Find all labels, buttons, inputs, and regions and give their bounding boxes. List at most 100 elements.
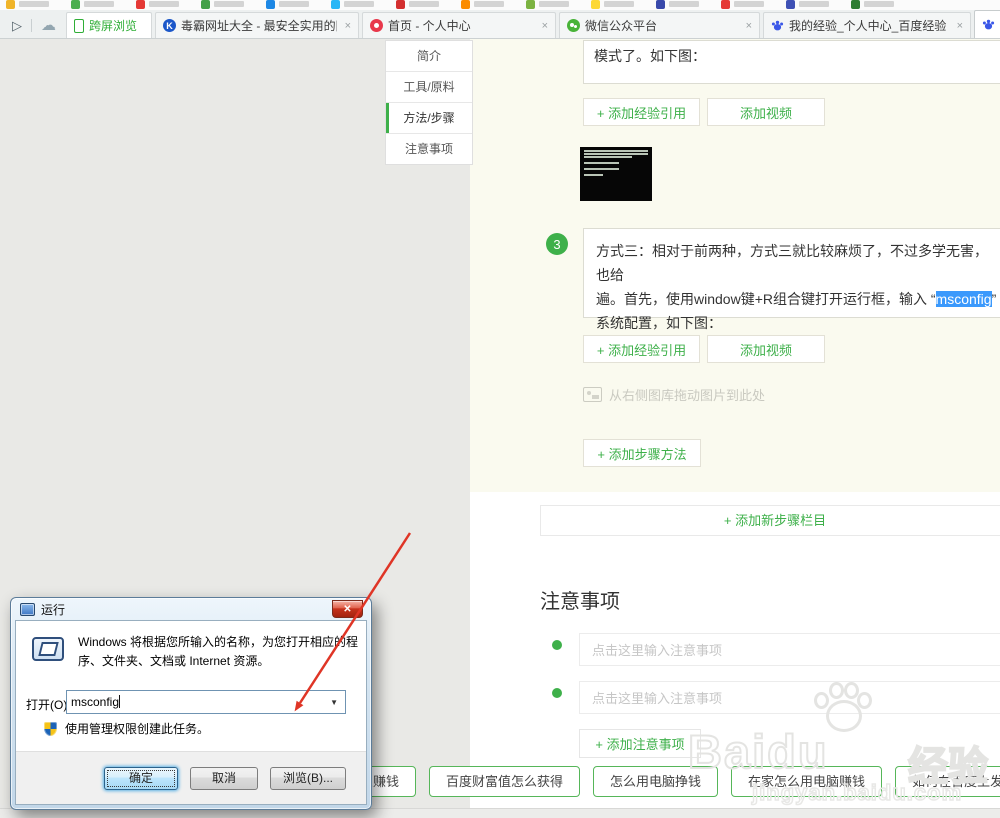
- highlighted-text: msconfig: [936, 291, 992, 307]
- nav-item-notes[interactable]: 注意事项: [386, 134, 472, 164]
- step3-line2: 遍。首先，使用window键+R组合键打开运行框，输入 “msconfig”: [596, 287, 1000, 311]
- bookmark-label: [19, 1, 49, 7]
- bookmark-favicon: [331, 0, 340, 9]
- tab-advanced-editor[interactable]: 高级编辑器_百: [974, 10, 1000, 38]
- bookmark-item[interactable]: [6, 0, 49, 9]
- divider: [31, 19, 32, 32]
- related-link[interactable]: 如何在百度上发布信息: [895, 766, 1000, 797]
- add-section-button[interactable]: + 添加新步骤栏目: [540, 505, 1000, 536]
- image-icon: [583, 387, 602, 402]
- baidu-paw-icon: [771, 19, 784, 32]
- tab-close-icon[interactable]: ×: [542, 20, 548, 32]
- add-video-button[interactable]: 添加视频: [707, 98, 825, 126]
- image-drop-hint: 从右侧图库拖动图片到此处: [583, 385, 765, 404]
- close-button[interactable]: ✕: [332, 600, 363, 618]
- bookmark-label: [409, 1, 439, 7]
- related-link[interactable]: 怎么用电脑挣钱: [593, 766, 718, 797]
- add-step-button[interactable]: + 添加步骤方法: [583, 439, 701, 467]
- bookmark-favicon: [526, 0, 535, 9]
- tab-cross-screen[interactable]: 跨屏浏览: [66, 12, 152, 38]
- bookmark-label: [799, 1, 829, 7]
- bookmark-item[interactable]: [786, 0, 829, 9]
- bookmark-favicon: [201, 0, 210, 9]
- open-field-label: 打开(O):: [26, 696, 71, 713]
- cloud-sync-icon[interactable]: ☁: [41, 18, 56, 33]
- ok-button[interactable]: 确定: [104, 767, 178, 790]
- uac-shield-icon: [44, 722, 57, 736]
- add-reference-button[interactable]: + 添加经验引用: [583, 98, 700, 126]
- run-dialog-body: Windows 将根据您所输入的名称，为您打开相应的程序、文件夹、文档或 Int…: [15, 620, 367, 805]
- editor-section-nav: 简介 工具/原料 方法/步骤 注意事项: [385, 40, 473, 165]
- browse-button[interactable]: 浏览(B)...: [270, 767, 346, 790]
- bookmark-item[interactable]: [201, 0, 244, 9]
- step-image-thumbnail[interactable]: [580, 147, 652, 201]
- bookmark-favicon: [721, 0, 730, 9]
- bookmark-favicon: [71, 0, 80, 9]
- bookmark-label: [734, 1, 764, 7]
- note-bullet: [552, 640, 562, 650]
- bookmark-item[interactable]: [266, 0, 309, 9]
- tab-bar-controls: ▷ ☁: [0, 18, 66, 38]
- bookmark-item[interactable]: [71, 0, 114, 9]
- window-icon: [20, 603, 35, 616]
- notes-heading: 注意事项: [540, 585, 620, 614]
- note-input[interactable]: 点击这里输入注意事项: [579, 633, 1000, 666]
- bookmark-label: [279, 1, 309, 7]
- related-links-row: 怎么赚钱 百度财富值怎么获得 怎么用电脑挣钱 在家怎么用电脑赚钱 如何在百度上发…: [330, 766, 1000, 797]
- dialog-title: 运行: [41, 601, 65, 618]
- bookmark-label: [84, 1, 114, 7]
- duba-icon: K: [163, 19, 176, 32]
- nav-item-intro[interactable]: 简介: [386, 41, 472, 72]
- bookmark-item[interactable]: [396, 0, 439, 9]
- bookmark-item[interactable]: [526, 0, 569, 9]
- bookmark-label: [474, 1, 504, 7]
- bookmark-label: [344, 1, 374, 7]
- bookmark-favicon: [461, 0, 470, 9]
- bookmark-label: [864, 1, 894, 7]
- add-video-button[interactable]: 添加视频: [707, 335, 825, 363]
- bookmark-item[interactable]: [656, 0, 699, 9]
- tab-duba[interactable]: K 毒霸网址大全 - 最安全实用的网 ×: [155, 12, 359, 38]
- bookmark-item[interactable]: [721, 0, 764, 9]
- nav-item-steps[interactable]: 方法/步骤: [386, 103, 472, 134]
- bookmark-item[interactable]: [136, 0, 179, 9]
- step3-text-box[interactable]: 方式三：相对于前两种，方式三就比较麻烦了，不过多学无害，也给 遍。首先，使用wi…: [583, 228, 1000, 318]
- step2-text-box[interactable]: 模式了。如下图：: [583, 40, 1000, 84]
- tab-wechat[interactable]: 微信公众平台 ×: [559, 12, 760, 38]
- bookmark-item[interactable]: [331, 0, 374, 9]
- note-input[interactable]: 点击这里输入注意事项: [579, 681, 1000, 714]
- sidebar-toggle-icon[interactable]: ▷: [12, 19, 22, 32]
- related-link[interactable]: 百度财富值怎么获得: [429, 766, 580, 797]
- tab-close-icon[interactable]: ×: [957, 20, 963, 32]
- nav-item-tools[interactable]: 工具/原料: [386, 72, 472, 103]
- add-note-button[interactable]: + 添加注意事项: [579, 729, 701, 758]
- dropdown-arrow-icon[interactable]: ▼: [327, 698, 341, 707]
- bookmark-favicon: [136, 0, 145, 9]
- bookmark-item[interactable]: [851, 0, 894, 9]
- tab-title: 我的经验_个人中心_百度经验: [789, 17, 949, 34]
- run-dialog-description: Windows 将根据您所输入的名称，为您打开相应的程序、文件夹、文档或 Int…: [78, 633, 360, 671]
- related-link[interactable]: 在家怎么用电脑赚钱: [731, 766, 882, 797]
- run-program-icon: [32, 637, 64, 661]
- tab-my-experience[interactable]: 我的经验_个人中心_百度经验 ×: [763, 12, 971, 38]
- step3-line1: 方式三：相对于前两种，方式三就比较麻烦了，不过多学无害，也给: [596, 239, 1000, 287]
- text-caret: [119, 695, 120, 708]
- tab-close-icon[interactable]: ×: [746, 20, 752, 32]
- bookmark-favicon: [786, 0, 795, 9]
- run-dialog-titlebar[interactable]: 运行: [11, 598, 371, 620]
- tab-personal-center[interactable]: 首页 - 个人中心 ×: [362, 12, 556, 38]
- wechat-icon: [567, 19, 580, 32]
- cancel-button[interactable]: 取消: [190, 767, 258, 790]
- tab-bar: ▷ ☁ 跨屏浏览 K 毒霸网址大全 - 最安全实用的网 × 首页 - 个人中心 …: [0, 10, 1000, 39]
- admin-privileges-note: 使用管理权限创建此任务。: [44, 720, 209, 737]
- bookmark-favicon: [851, 0, 860, 9]
- tab-title: 毒霸网址大全 - 最安全实用的网: [181, 17, 337, 34]
- bookmark-item[interactable]: [461, 0, 504, 9]
- red-circle-icon: [370, 19, 383, 32]
- tab-close-icon[interactable]: ×: [345, 20, 351, 32]
- bookmark-label: [539, 1, 569, 7]
- add-reference-button[interactable]: + 添加经验引用: [583, 335, 700, 363]
- bookmark-item[interactable]: [591, 0, 634, 9]
- browser-window: ▷ ☁ 跨屏浏览 K 毒霸网址大全 - 最安全实用的网 × 首页 - 个人中心 …: [0, 0, 1000, 818]
- run-command-input[interactable]: msconfig ▼: [66, 690, 346, 714]
